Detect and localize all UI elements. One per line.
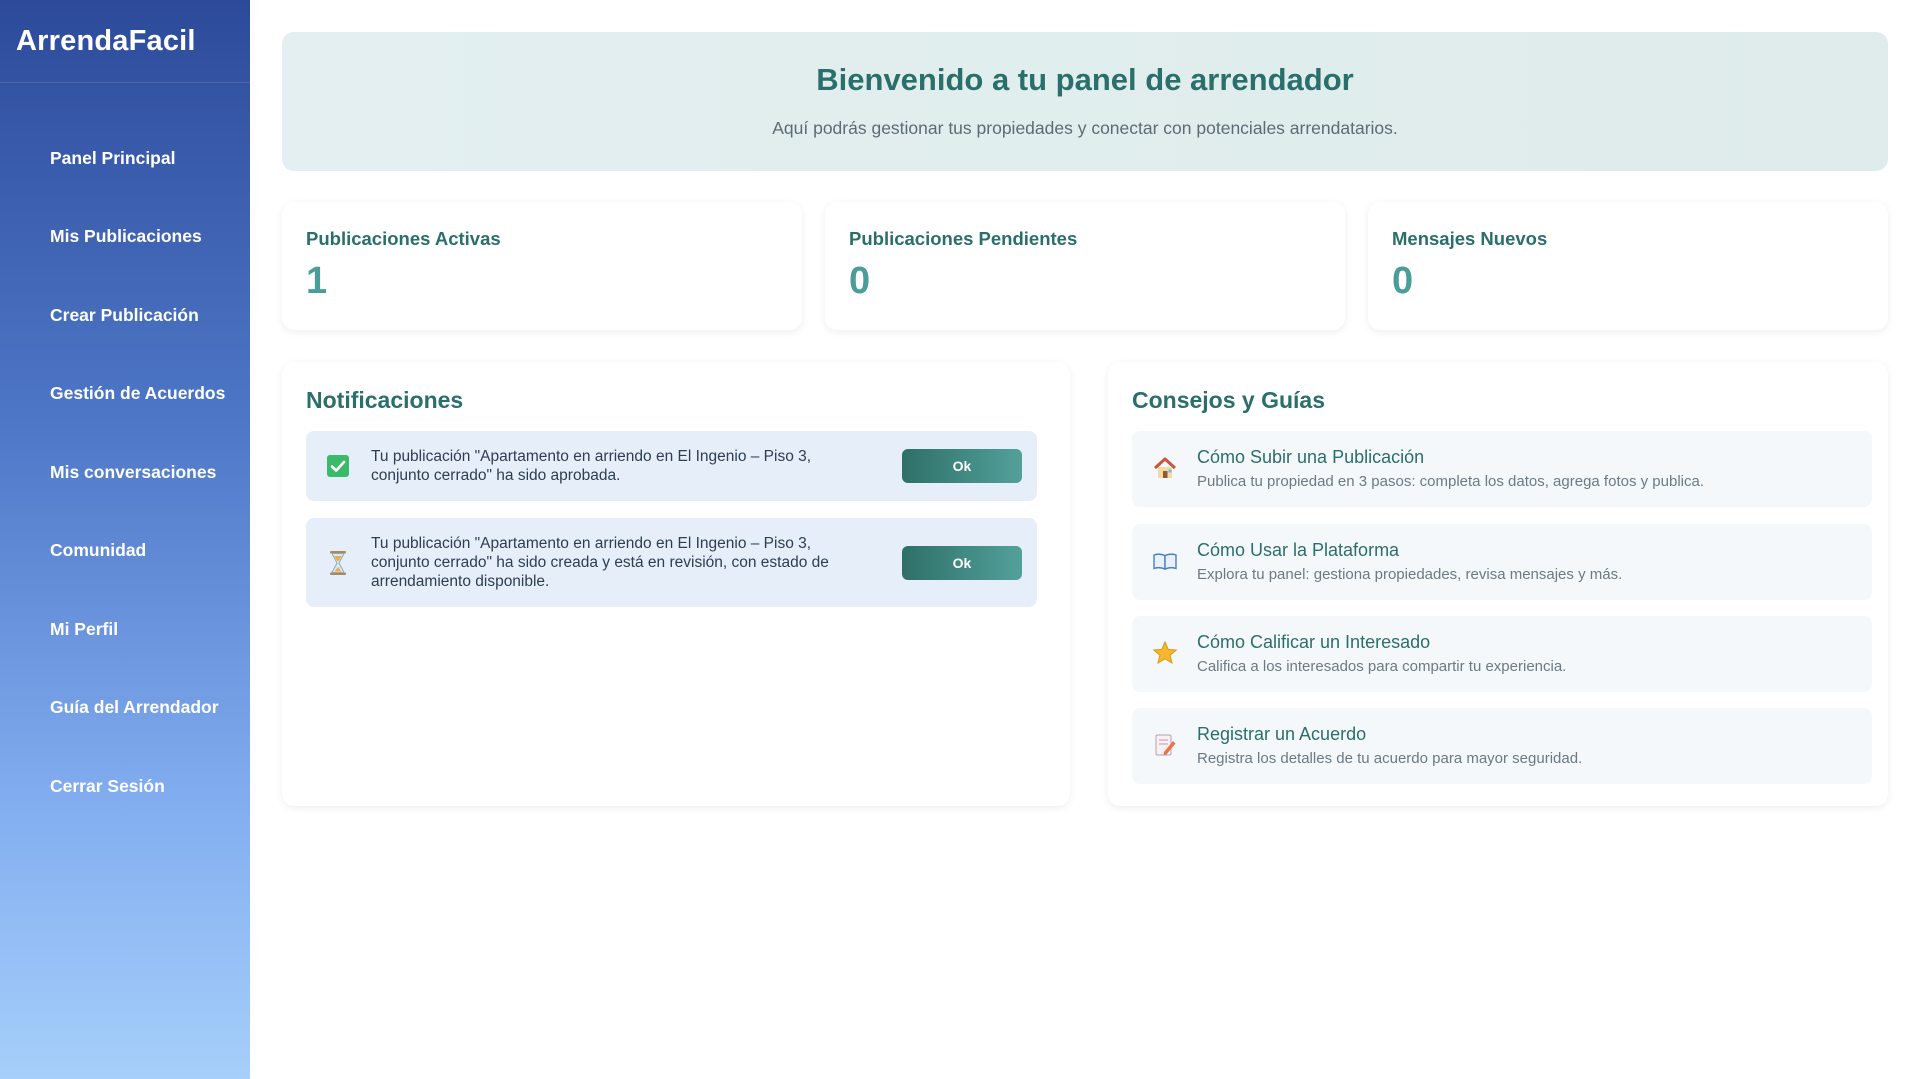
tip-card-agreement[interactable]: Registrar un Acuerdo Registra los detall… (1132, 708, 1872, 784)
notification-item: Tu publicación "Apartamento en arriendo … (306, 431, 1037, 501)
ok-button[interactable]: Ok (902, 546, 1022, 580)
tip-title: Registrar un Acuerdo (1197, 724, 1367, 744)
stat-value: 0 (849, 260, 871, 302)
main-content: Bienvenido a tu panel de arrendador Aquí… (250, 0, 1919, 1079)
check-icon (326, 454, 350, 483)
stat-label: Publicaciones Activas (306, 228, 501, 249)
notification-text: Tu publicación "Apartamento en arriendo … (371, 535, 829, 590)
brand-logo[interactable]: ArrendaFacil (0, 0, 250, 83)
sidebar: ArrendaFacil Panel Principal Mis Publica… (0, 0, 250, 1079)
notification-item: Tu publicación "Apartamento en arriendo … (306, 518, 1037, 607)
sidebar-item-mi-perfil[interactable]: Mi Perfil (0, 590, 250, 669)
stat-card-pending: Publicaciones Pendientes 0 (825, 202, 1345, 330)
star-icon (1152, 640, 1178, 673)
tip-description: Explora tu panel: gestiona propiedades, … (1197, 566, 1623, 583)
stat-label: Mensajes Nuevos (1392, 228, 1548, 249)
stat-value: 1 (306, 260, 328, 302)
tip-title: Cómo Calificar un Interesado (1197, 632, 1431, 652)
stat-card-messages: Mensajes Nuevos 0 (1368, 202, 1888, 330)
sidebar-item-mis-conversaciones[interactable]: Mis conversaciones (0, 433, 250, 512)
sidebar-item-crear-publicacion[interactable]: Crear Publicación (0, 276, 250, 355)
book-icon (1152, 548, 1178, 581)
hourglass-icon (326, 550, 350, 581)
sidebar-item-mis-publicaciones[interactable]: Mis Publicaciones (0, 198, 250, 277)
sidebar-item-cerrar-sesion[interactable]: Cerrar Sesión (0, 747, 250, 826)
sidebar-item-comunidad[interactable]: Comunidad (0, 512, 250, 591)
house-icon (1152, 455, 1178, 488)
sidebar-item-gestion-acuerdos[interactable]: Gestión de Acuerdos (0, 355, 250, 434)
tip-description: Registra los detalles de tu acuerdo para… (1197, 750, 1583, 767)
stat-value: 0 (1392, 260, 1414, 302)
tips-title: Consejos y Guías (1132, 387, 1326, 413)
tip-card-rate[interactable]: Cómo Calificar un Interesado Califica a … (1132, 616, 1872, 692)
tip-description: Califica a los interesados para comparti… (1197, 658, 1567, 675)
sidebar-item-guia-arrendador[interactable]: Guía del Arrendador (0, 669, 250, 748)
welcome-subtitle: Aquí podrás gestionar tus propiedades y … (772, 118, 1398, 138)
tip-title: Cómo Usar la Plataforma (1197, 540, 1400, 560)
tip-description: Publica tu propiedad en 3 pasos: complet… (1197, 473, 1704, 490)
tips-panel: Consejos y Guías Cómo Subir una Publicac… (1108, 362, 1888, 806)
memo-icon (1152, 732, 1178, 765)
tip-title: Cómo Subir una Publicación (1197, 447, 1425, 467)
ok-button[interactable]: Ok (902, 449, 1022, 483)
notification-text: Tu publicación "Apartamento en arriendo … (371, 448, 812, 484)
notifications-title: Notificaciones (306, 387, 464, 413)
sidebar-item-panel-principal[interactable]: Panel Principal (0, 119, 250, 198)
tip-card-upload[interactable]: Cómo Subir una Publicación Publica tu pr… (1132, 431, 1872, 507)
stat-label: Publicaciones Pendientes (849, 228, 1078, 249)
notifications-panel: Notificaciones Tu publicación "Apartamen… (282, 362, 1070, 806)
welcome-banner: Bienvenido a tu panel de arrendador Aquí… (282, 32, 1888, 171)
stat-card-active: Publicaciones Activas 1 (282, 202, 802, 330)
tip-card-platform[interactable]: Cómo Usar la Plataforma Explora tu panel… (1132, 524, 1872, 600)
welcome-title: Bienvenido a tu panel de arrendador (816, 62, 1354, 97)
sidebar-nav: Panel Principal Mis Publicaciones Crear … (0, 119, 250, 826)
